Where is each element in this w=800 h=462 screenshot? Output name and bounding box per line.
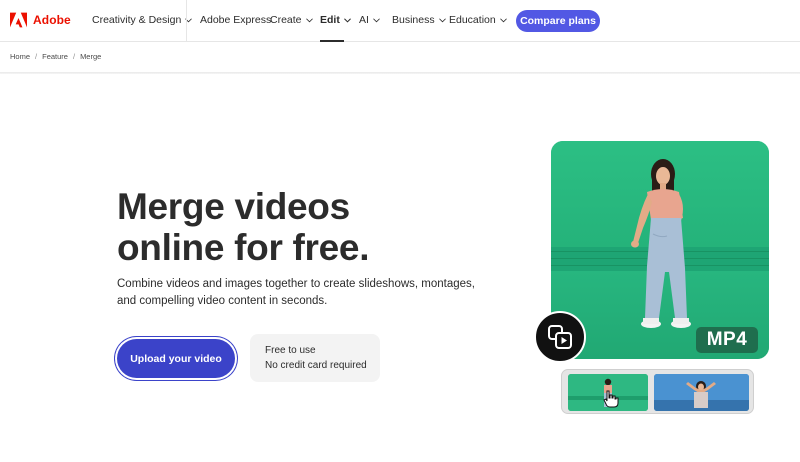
nav-education[interactable]: Education xyxy=(449,14,507,26)
nav-label: Edit xyxy=(320,14,340,26)
title-line-2: online for free. xyxy=(117,227,370,268)
dancer-figure xyxy=(631,159,691,328)
mp4-format-badge: MP4 xyxy=(696,327,758,353)
chevron-down-icon xyxy=(305,17,313,22)
chevron-down-icon xyxy=(438,17,446,22)
active-nav-indicator xyxy=(320,40,344,42)
nav-adobe-express[interactable]: Adobe Express xyxy=(200,14,271,26)
breadcrumb-feature[interactable]: Feature xyxy=(42,52,68,61)
compare-plans-button[interactable]: Compare plans xyxy=(516,10,600,32)
upload-video-button[interactable]: Upload your video xyxy=(117,339,235,378)
nav-create[interactable]: Create xyxy=(270,14,313,26)
timeline-clip-2[interactable] xyxy=(654,374,749,411)
breadcrumb-separator: / xyxy=(72,52,76,61)
nav-business[interactable]: Business xyxy=(392,14,446,26)
chevron-down-icon xyxy=(373,17,380,22)
clip-thumbnail xyxy=(654,374,749,411)
nav-label: Business xyxy=(392,14,435,26)
hero-subtitle: Combine videos and images together to cr… xyxy=(117,278,475,307)
nav-creativity-design[interactable]: Creativity & Design xyxy=(92,14,193,26)
adobe-logo-icon xyxy=(10,12,27,28)
page-title: Merge videos online for free. xyxy=(117,186,369,268)
clip-timeline xyxy=(561,369,754,414)
breadcrumb-current: Merge xyxy=(80,52,102,61)
nav-divider xyxy=(186,0,187,42)
nav-label: AI xyxy=(359,14,369,26)
adobe-logo[interactable]: Adobe xyxy=(10,12,71,28)
brand-name: Adobe xyxy=(33,13,71,27)
chevron-down-icon xyxy=(499,17,507,22)
nav-label: Create xyxy=(270,14,302,26)
chevron-down-icon xyxy=(343,17,351,23)
no-credit-card-text: No credit card required xyxy=(265,359,367,371)
breadcrumb-home[interactable]: Home xyxy=(10,52,30,61)
breadcrumb: Home / Feature / Merge xyxy=(10,52,101,61)
breadcrumb-separator: / xyxy=(35,52,38,61)
merge-clips-icon xyxy=(534,311,586,363)
title-line-1: Merge videos xyxy=(117,186,350,227)
nav-edit[interactable]: Edit xyxy=(320,14,351,26)
top-navigation: Adobe Creativity & Design Adobe Express … xyxy=(0,0,800,42)
breadcrumb-divider xyxy=(0,72,800,74)
nav-ai[interactable]: AI xyxy=(359,14,380,26)
nav-label: Education xyxy=(449,14,496,26)
nav-label: Adobe Express xyxy=(200,14,272,26)
free-to-use-text: Free to use xyxy=(265,345,316,356)
free-info-box: Free to use No credit card required xyxy=(250,334,380,382)
nav-label: Creativity & Design xyxy=(92,14,182,26)
hand-pointer-icon xyxy=(603,390,619,408)
